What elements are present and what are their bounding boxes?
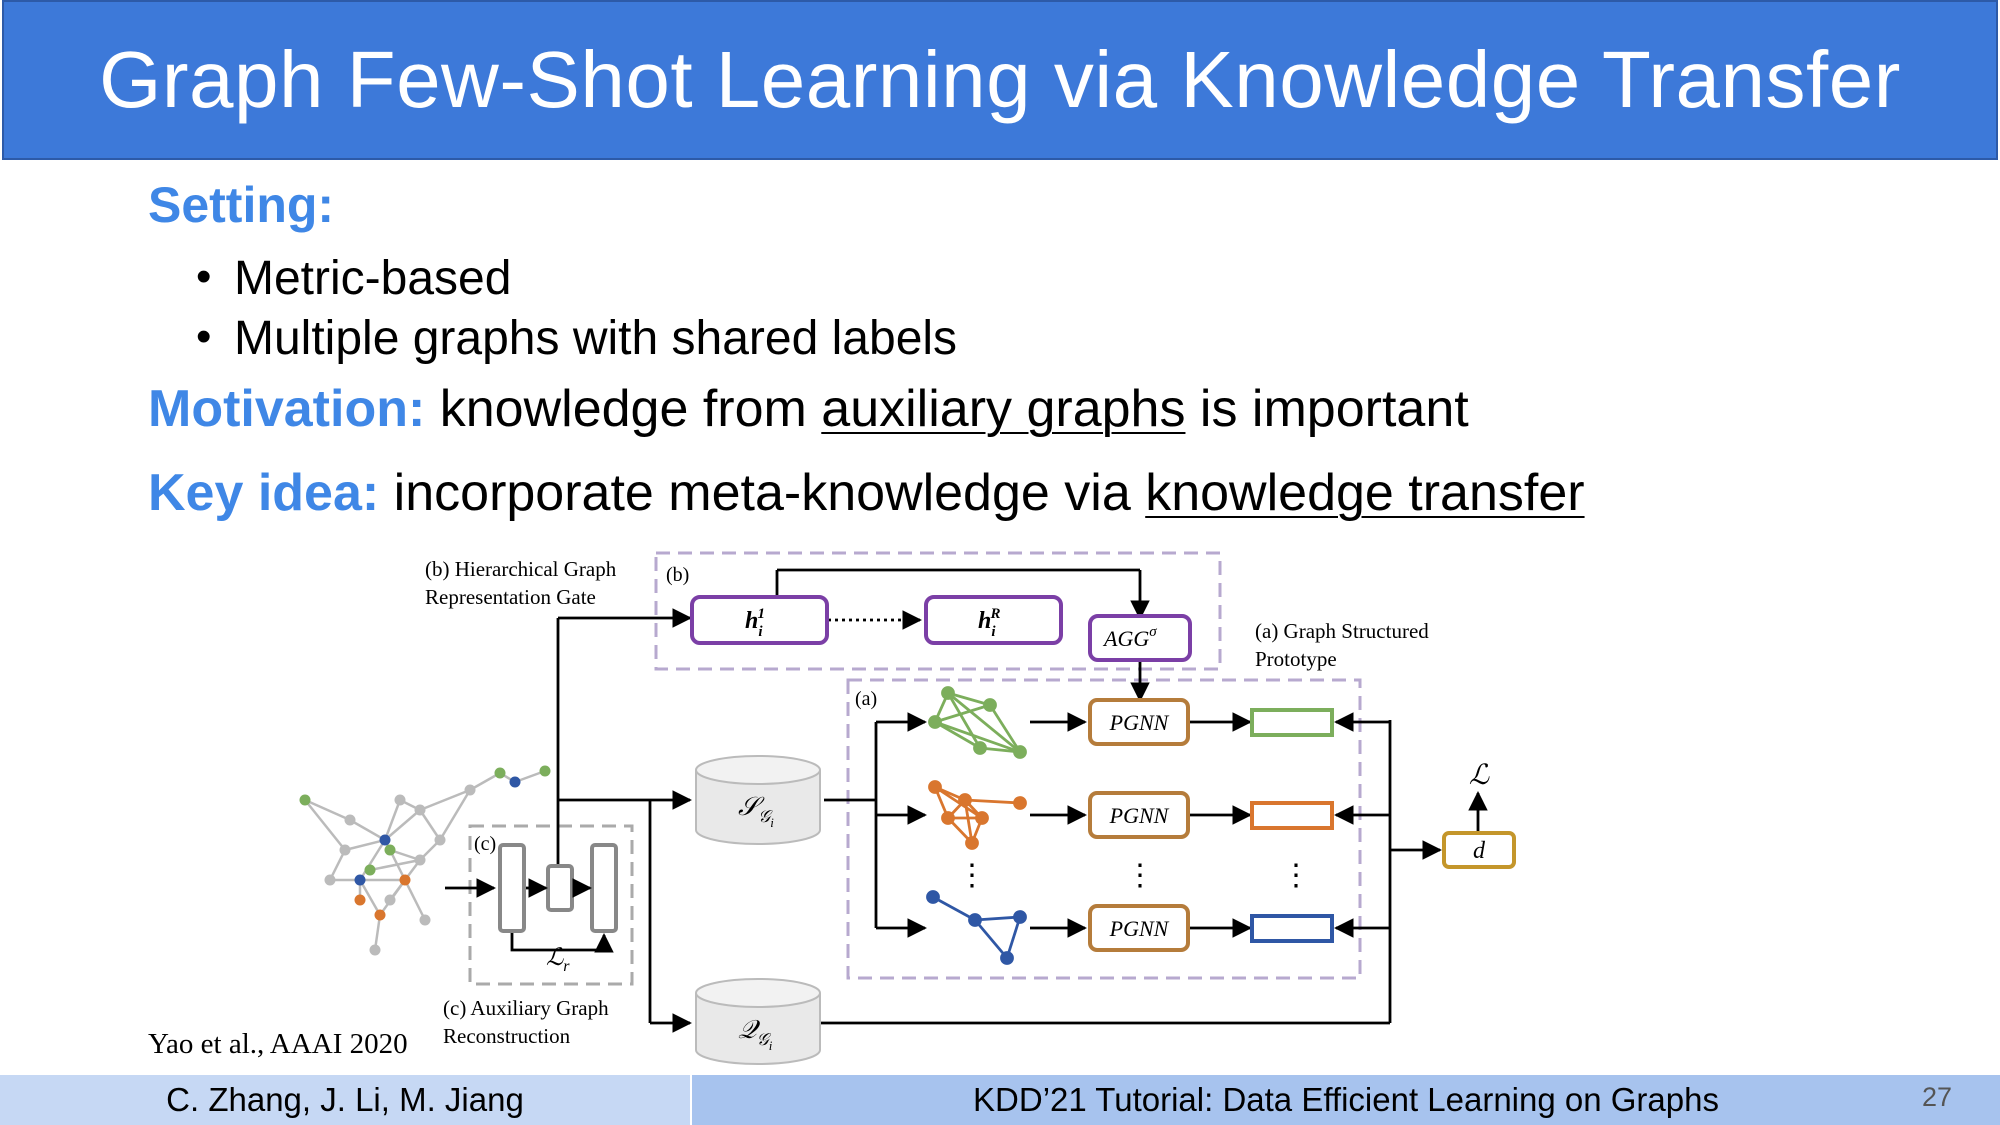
bullet-metric-based: Metric-based [234, 252, 512, 305]
svg-text:AGGσ: AGGσ [1102, 624, 1157, 651]
motivation-text-post: is important [1199, 380, 1469, 438]
support-cylinder: 𝒮𝒢i [695, 755, 821, 845]
query-cylinder: 𝒬𝒢i [695, 978, 821, 1065]
slide-title: Graph Few-Shot Learning via Knowledge Tr… [99, 35, 1901, 124]
label-b-line2: Representation Gate [425, 585, 596, 609]
label-b-line1: (b) Hierarchical Graph [425, 557, 617, 581]
svg-text:ℒ: ℒ [1469, 760, 1490, 791]
prototype-orange [1250, 801, 1334, 830]
blue-graph [926, 890, 1027, 965]
key-idea-text-pre: incorporate meta-knowledge via [393, 464, 1131, 522]
bullet-multiple-graphs: Multiple graphs with shared labels [234, 312, 958, 365]
motivation-text-pre: knowledge from [439, 380, 807, 438]
key-idea-underlined: knowledge transfer [1145, 464, 1585, 522]
green-graph [928, 686, 1027, 759]
bullet-dot: • [196, 312, 212, 361]
label-a-line1: (a) Graph Structured [1255, 619, 1429, 643]
label-c-line1: (c) Auxiliary Graph [443, 996, 609, 1020]
citation: Yao et al., AAAI 2020 [148, 1028, 408, 1060]
svg-text:PGNN: PGNN [1109, 710, 1170, 735]
label-b-box: (b) [666, 564, 689, 586]
motivation-label: Motivation: [148, 380, 426, 438]
prototype-blue [1250, 914, 1334, 943]
svg-text:⋮: ⋮ [1125, 859, 1155, 892]
label-c-line2: Reconstruction [443, 1024, 571, 1048]
svg-text:PGNN: PGNN [1109, 916, 1170, 941]
footer-authors: C. Zhang, J. Li, M. Jiang [0, 1075, 690, 1125]
footer-event: KDD’21 Tutorial: Data Efficient Learning… [692, 1075, 2000, 1125]
label-c-box: (c) [474, 833, 496, 855]
svg-text:PGNN: PGNN [1109, 803, 1170, 828]
bullet-dot: • [196, 252, 212, 301]
label-a-line2: Prototype [1255, 647, 1337, 671]
page-number: 27 [1921, 1082, 1952, 1112]
motivation-line: Motivation: knowledge from auxiliary gra… [148, 379, 1469, 439]
key-idea-label: Key idea: [148, 464, 380, 522]
orange-graph [928, 780, 1027, 850]
svg-text:d: d [1473, 838, 1486, 864]
key-idea-line: Key idea: incorporate meta-knowledge via… [148, 463, 1585, 523]
prototype-green [1250, 708, 1334, 737]
svg-text:⋮: ⋮ [1281, 859, 1311, 892]
model-diagram: (b) Hierarchical Graph Representation Ga… [299, 551, 1516, 1065]
setting-heading: Setting: [148, 177, 335, 233]
motivation-underlined: auxiliary graphs [821, 380, 1186, 438]
label-a-box: (a) [855, 688, 877, 710]
title-bar: Graph Few-Shot Learning via Knowledge Tr… [2, 0, 1998, 160]
svg-text:⋮: ⋮ [957, 859, 987, 892]
